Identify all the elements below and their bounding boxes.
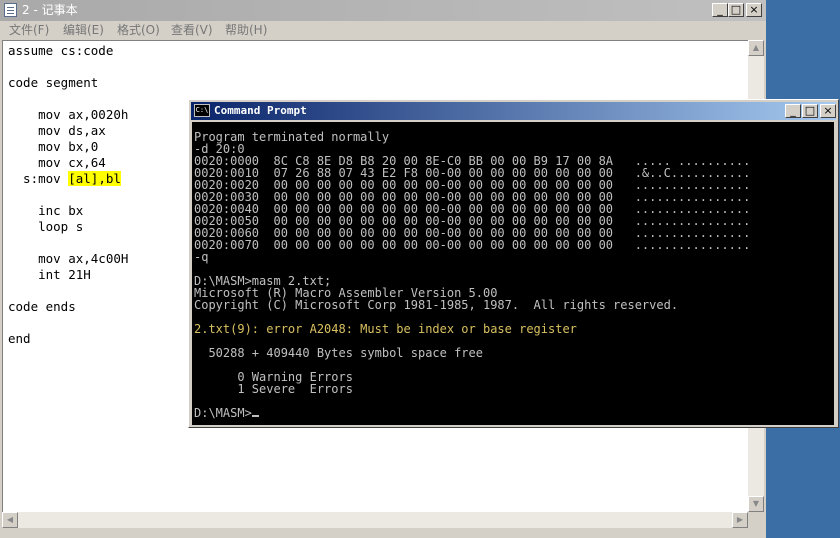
cmd-icon: C:\ xyxy=(194,104,210,117)
cmd-minimize-button[interactable]: _ xyxy=(785,104,801,118)
notepad-title-bar[interactable]: 2 - 记事本 _ □ × xyxy=(0,0,766,21)
notepad-title: 2 - 记事本 xyxy=(22,3,78,17)
console-text-before: Program terminated normally -d 20:0 0020… xyxy=(194,130,751,312)
cmd-title-bar[interactable]: C:\ Command Prompt _ □ × xyxy=(191,102,836,120)
notepad-icon xyxy=(4,3,17,17)
scroll-right-icon[interactable]: ▶ xyxy=(732,512,748,528)
cmd-close-button[interactable]: × xyxy=(820,104,836,118)
console-area[interactable]: Program terminated normally -d 20:0 0020… xyxy=(192,122,834,425)
scroll-down-icon[interactable]: ▼ xyxy=(748,496,764,512)
source-code: assume cs:code code segment mov ax,0020h… xyxy=(8,43,128,347)
maximize-button[interactable]: □ xyxy=(728,3,744,17)
highlighted-operand: [al],bl xyxy=(68,171,121,186)
menu-help[interactable]: 帮助(H) xyxy=(225,23,267,37)
menu-view[interactable]: 查看(V) xyxy=(171,23,213,37)
cmd-title: Command Prompt xyxy=(214,104,307,117)
error-line: 2.txt(9): error A2048: Must be index or … xyxy=(194,322,577,336)
command-prompt-window: C:\ Command Prompt _ □ × Program termina… xyxy=(188,99,839,428)
menu-format[interactable]: 格式(O) xyxy=(117,23,160,37)
code-text-after: inc bx loop s mov ax,4c00H int 21H code … xyxy=(8,203,129,346)
minimize-button[interactable]: _ xyxy=(712,3,728,17)
code-text-before: assume cs:code code segment mov ax,0020h… xyxy=(8,43,129,186)
notepad-menu-bar: 文件(F) 编辑(E) 格式(O) 查看(V) 帮助(H) xyxy=(0,21,766,40)
console-text-after: 50288 + 409440 Bytes symbol space free 0… xyxy=(194,346,483,420)
cmd-maximize-button[interactable]: □ xyxy=(802,104,818,118)
horizontal-scrollbar[interactable]: ◀ ▶ xyxy=(2,512,748,528)
menu-file[interactable]: 文件(F) xyxy=(9,23,49,37)
scroll-up-icon[interactable]: ▲ xyxy=(748,40,764,56)
scroll-left-icon[interactable]: ◀ xyxy=(2,512,18,528)
text-cursor xyxy=(251,415,259,417)
close-button[interactable]: × xyxy=(746,3,762,17)
menu-edit[interactable]: 编辑(E) xyxy=(63,23,104,37)
console-output: Program terminated normally -d 20:0 0020… xyxy=(194,131,750,419)
